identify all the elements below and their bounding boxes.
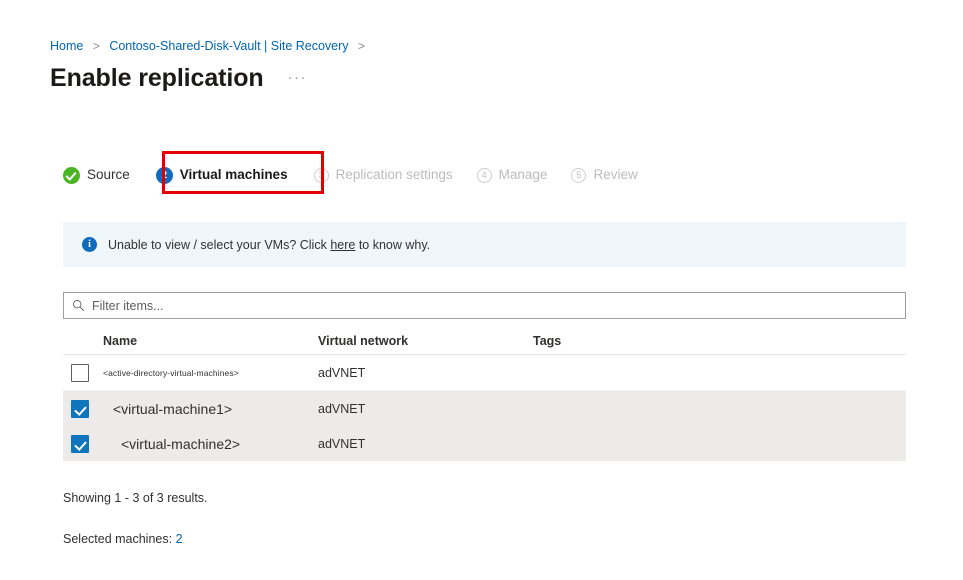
- step-number-badge-3: 3: [314, 168, 329, 183]
- selected-machines-label: Selected machines:: [63, 532, 176, 546]
- breadcrumb-item-home[interactable]: Home: [50, 39, 83, 53]
- row-name: <virtual-machine2>: [103, 436, 318, 452]
- info-banner-text-after: to know why.: [355, 238, 430, 252]
- table-header-row: Name Virtual network Tags: [63, 327, 906, 355]
- tab-review: 5 Review: [571, 160, 637, 190]
- tab-review-label: Review: [593, 166, 637, 184]
- row-checkbox-cell: [63, 435, 103, 453]
- wizard-tab-list: Source 2 Virtual machines 3 Replication …: [63, 160, 638, 190]
- row-checkbox[interactable]: [71, 435, 89, 453]
- results-count-text: Showing 1 - 3 of 3 results.: [63, 491, 208, 505]
- column-header-tags[interactable]: Tags: [533, 334, 906, 348]
- table-row[interactable]: <active-directory-virtual-machines> adVN…: [63, 355, 906, 390]
- page-title-row: Enable replication ···: [50, 62, 311, 94]
- tab-source-label: Source: [87, 166, 130, 184]
- breadcrumb-item-vault[interactable]: Contoso-Shared-Disk-Vault | Site Recover…: [109, 39, 348, 53]
- column-header-name[interactable]: Name: [103, 334, 318, 348]
- tab-manage: 4 Manage: [477, 160, 548, 190]
- info-banner-link[interactable]: here: [330, 238, 355, 252]
- breadcrumb-separator: >: [93, 39, 100, 53]
- row-checkbox-cell: [63, 364, 103, 382]
- row-checkbox[interactable]: [71, 400, 89, 418]
- tab-manage-label: Manage: [499, 166, 548, 184]
- tab-replication-settings-label: Replication settings: [336, 166, 453, 184]
- tab-replication-settings: 3 Replication settings: [314, 160, 453, 190]
- row-name: <virtual-machine1>: [103, 401, 318, 417]
- info-banner: i Unable to view / select your VMs? Clic…: [63, 222, 906, 267]
- row-name: <active-directory-virtual-machines>: [103, 368, 318, 378]
- check-circle-icon: [63, 167, 80, 184]
- column-header-virtual-network[interactable]: Virtual network: [318, 334, 533, 348]
- virtual-machines-table: Name Virtual network Tags <active-direct…: [63, 327, 906, 461]
- selected-machines-count[interactable]: 2: [176, 532, 183, 546]
- table-row[interactable]: <virtual-machine2> adVNET: [63, 426, 906, 461]
- more-options-icon[interactable]: ···: [284, 69, 312, 87]
- filter-input[interactable]: [92, 293, 905, 318]
- tab-virtual-machines[interactable]: 2 Virtual machines: [156, 160, 288, 190]
- row-checkbox-cell: [63, 400, 103, 418]
- breadcrumb: Home > Contoso-Shared-Disk-Vault | Site …: [50, 38, 371, 54]
- info-banner-text-before: Unable to view / select your VMs? Click: [108, 238, 330, 252]
- step-number-badge-5: 5: [571, 168, 586, 183]
- search-icon: [72, 299, 85, 312]
- selected-machines-text: Selected machines: 2: [63, 532, 183, 546]
- page-title: Enable replication: [50, 62, 264, 94]
- info-banner-text: Unable to view / select your VMs? Click …: [108, 237, 430, 253]
- step-number-badge-4: 4: [477, 168, 492, 183]
- row-checkbox[interactable]: [71, 364, 89, 382]
- filter-items-box[interactable]: [63, 292, 906, 319]
- info-icon: i: [82, 237, 97, 252]
- row-virtual-network: adVNET: [318, 437, 533, 451]
- table-row[interactable]: <virtual-machine1> adVNET: [63, 391, 906, 426]
- breadcrumb-separator-end: >: [358, 39, 365, 53]
- tab-source[interactable]: Source: [63, 160, 130, 190]
- row-virtual-network: adVNET: [318, 402, 533, 416]
- row-virtual-network: adVNET: [318, 366, 533, 380]
- tab-virtual-machines-label: Virtual machines: [180, 166, 288, 184]
- step-number-badge-2: 2: [156, 167, 173, 184]
